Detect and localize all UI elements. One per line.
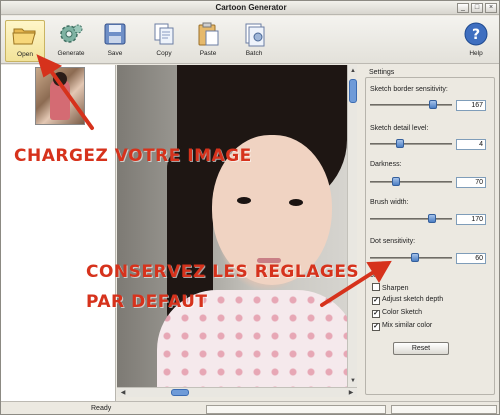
help-label: Help (469, 50, 483, 57)
batch-icon (245, 23, 265, 47)
window-controls: _ □ × (457, 3, 497, 13)
status-progress-panel (206, 405, 386, 414)
dot-sensitivity-label: Dot sensitivity: (370, 238, 416, 245)
scroll-up-arrow[interactable]: ▲ (349, 67, 357, 75)
border-sensitivity-slider[interactable] (370, 100, 452, 110)
copy-button[interactable]: Copy (144, 20, 184, 62)
color-section-label: or (370, 272, 377, 279)
brush-width-slider[interactable] (370, 214, 452, 224)
mix-color-label: Mix similar color (382, 322, 433, 329)
save-button[interactable]: Save (95, 20, 135, 62)
darkness-value[interactable]: 70 (456, 177, 486, 188)
gear-generate-icon (60, 24, 83, 43)
checkbox-box[interactable] (372, 283, 380, 291)
color-sketch-checkbox[interactable]: ✓ Color Sketch (372, 309, 422, 318)
generate-button[interactable]: Generate (51, 20, 91, 62)
save-disk-icon (104, 23, 126, 45)
slider-knob[interactable] (411, 253, 419, 262)
detail-level-value[interactable]: 4 (456, 139, 486, 150)
slider-knob[interactable] (392, 177, 400, 186)
copy-label: Copy (156, 50, 172, 57)
scroll-right-arrow[interactable]: ▶ (347, 389, 355, 397)
paste-label: Paste (199, 50, 217, 57)
scroll-left-arrow[interactable]: ◀ (119, 389, 127, 397)
dot-sensitivity-slider[interactable] (370, 253, 452, 263)
border-sensitivity-value[interactable]: 167 (456, 100, 486, 111)
slider-track (370, 218, 452, 220)
settings-heading: Settings (369, 69, 395, 76)
svg-text:?: ? (472, 27, 480, 43)
annotation-keep-settings-line2: PAR DEFAUT (86, 292, 208, 312)
status-bar: Ready (1, 401, 499, 414)
window-title: Cartoon Generator (215, 3, 287, 12)
slider-knob[interactable] (429, 100, 437, 109)
annotation-load-image: CHARGEZ VOTRE IMAGE (14, 146, 252, 166)
help-icon: ? (464, 22, 488, 46)
checkbox-box[interactable]: ✓ (372, 297, 380, 305)
generate-label: Generate (57, 50, 85, 57)
detail-level-label: Sketch detail level: (370, 125, 429, 132)
slider-track (370, 143, 452, 145)
dot-sensitivity-value[interactable]: 60 (456, 253, 486, 264)
slider-track (370, 181, 452, 183)
help-button[interactable]: ? Help (456, 20, 496, 62)
border-sensitivity-label: Sketch border sensitivity: (370, 86, 448, 93)
checkbox-box[interactable]: ✓ (372, 323, 380, 331)
image-canvas[interactable] (117, 65, 357, 387)
save-label: Save (107, 50, 123, 57)
open-button[interactable]: Open (5, 20, 45, 62)
checkbox-box[interactable]: ✓ (372, 310, 380, 318)
adjust-depth-checkbox[interactable]: ✓ Adjust sketch depth (372, 296, 443, 305)
brush-width-value[interactable]: 170 (456, 214, 486, 225)
thumbnail-pane (1, 65, 116, 401)
photo-eye-left (237, 197, 251, 204)
photo-image (117, 65, 357, 387)
brush-width-label: Brush width: (370, 199, 409, 206)
horizontal-scrollbar[interactable]: ◀ ▶ (117, 387, 357, 397)
close-button[interactable]: × (485, 3, 497, 13)
thumbnail-head (53, 72, 67, 86)
slider-knob[interactable] (396, 139, 404, 148)
status-secondary-panel (391, 405, 497, 414)
adjust-depth-label: Adjust sketch depth (382, 296, 444, 303)
sharpen-checkbox[interactable]: Sharpen (372, 283, 408, 292)
toolbar: Open Generate Save Copy Paste Batch ? He… (1, 16, 499, 64)
darkness-slider[interactable] (370, 177, 452, 187)
reset-button[interactable]: Reset (393, 342, 449, 355)
open-label: Open (17, 51, 33, 58)
app-window: Cartoon Generator _ □ × Open Generate Sa… (0, 0, 500, 415)
paste-icon (198, 22, 219, 46)
minimize-button[interactable]: _ (457, 3, 469, 13)
paste-button[interactable]: Paste (188, 20, 228, 62)
folder-open-icon (12, 28, 36, 45)
photo-eye-right (289, 199, 303, 206)
color-sketch-label: Color Sketch (382, 309, 423, 316)
darkness-label: Darkness: (370, 161, 402, 168)
batch-label: Batch (245, 50, 263, 57)
vertical-scroll-thumb[interactable] (349, 79, 357, 103)
status-text: Ready (91, 405, 112, 412)
annotation-keep-settings-line1: CONSERVEZ LES REGLAGES (86, 262, 360, 282)
horizontal-scroll-thumb[interactable] (171, 389, 189, 396)
sharpen-label: Sharpen (382, 285, 409, 292)
vertical-scrollbar[interactable]: ▲ ▼ (347, 65, 357, 387)
batch-button[interactable]: Batch (234, 20, 274, 62)
maximize-button[interactable]: □ (471, 3, 483, 13)
detail-level-slider[interactable] (370, 139, 452, 149)
mix-color-checkbox[interactable]: ✓ Mix similar color (372, 322, 432, 331)
title-bar: Cartoon Generator _ □ × (1, 1, 499, 15)
copy-icon (154, 23, 174, 45)
slider-knob[interactable] (428, 214, 436, 223)
slider-track (370, 104, 452, 106)
settings-panel: Settings Sketch border sensitivity: 167 … (358, 65, 499, 401)
scroll-down-arrow[interactable]: ▼ (349, 377, 357, 385)
image-thumbnail[interactable] (35, 67, 85, 125)
